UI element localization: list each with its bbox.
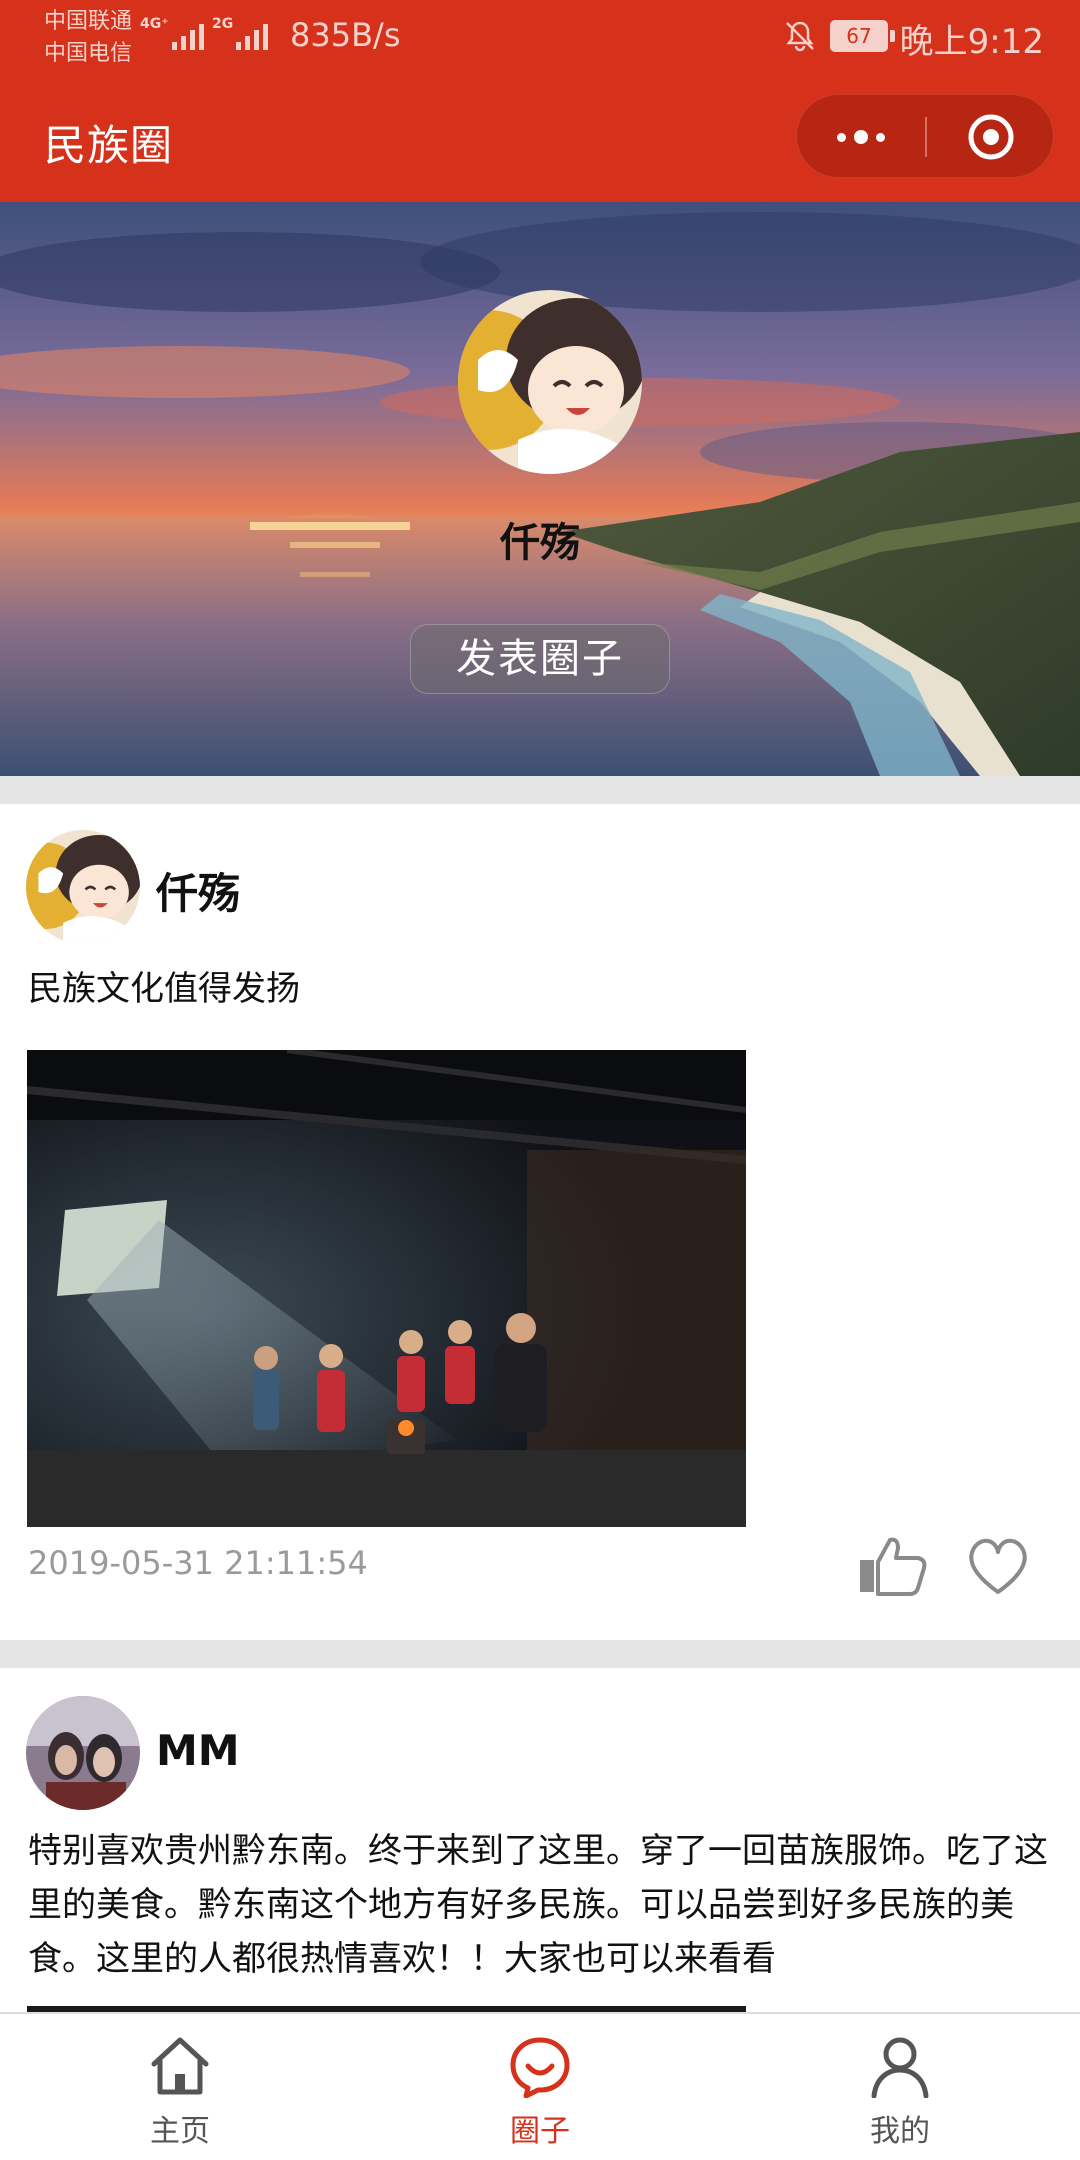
post-text: 民族文化值得发扬 [28, 969, 300, 1009]
anime-girl-avatar-image [458, 290, 642, 474]
title-bar: 民族圈 [0, 82, 1080, 202]
selfie-avatar-image [26, 1696, 140, 1810]
more-dots-icon [837, 132, 846, 142]
more-dots-icon-center [854, 130, 868, 144]
tab-label: 主页 [150, 2114, 210, 2149]
post-text: 特别喜欢贵州黔东南。终于来到了这里。穿了一回苗族服饰。吃了这里的美食。黔东南这个… [28, 1831, 1048, 1979]
network-speed: 835B/s [290, 16, 401, 54]
post-author-name[interactable]: 仟殇 [156, 860, 240, 921]
post-author-avatar[interactable] [26, 830, 140, 944]
bottom-tab-bar: 主页 圈子 我的 [0, 2012, 1080, 2160]
network-type-2: 2G [212, 16, 234, 32]
profile-banner: 仟殇 发表圈子 [0, 202, 1080, 776]
post-card: MM 特别喜欢贵州黔东南。终于来到了这里。穿了一回苗族服饰。吃了这里的美食。黔东… [0, 1668, 1080, 2012]
publish-post-button[interactable]: 发表圈子 [410, 624, 670, 694]
network-type-1: 4G⁺ [140, 16, 169, 32]
tab-mine[interactable]: 我的 [720, 2014, 1080, 2160]
section-divider [0, 776, 1080, 804]
chat-circle-icon [510, 2037, 570, 2098]
more-dots-icon-right [876, 132, 885, 142]
status-bar: 中国联通 中国电信 4G⁺ 2G 835B/s 67 晚上9:12 [0, 0, 1080, 82]
heart-icon[interactable] [964, 1534, 1032, 1598]
page-title: 民族圈 [44, 121, 174, 170]
mini-program-capsule [796, 94, 1054, 178]
carrier-1: 中国联通 [44, 9, 133, 34]
carrier-names: 中国联通 中国电信 [44, 6, 132, 70]
banner-username: 仟殇 [500, 520, 580, 566]
clock: 晚上9:12 [899, 22, 1044, 62]
tab-label: 我的 [870, 2114, 930, 2149]
section-divider [0, 1640, 1080, 1668]
tab-circle[interactable]: 圈子 [360, 2014, 720, 2160]
tab-label: 圈子 [510, 2114, 570, 2149]
thumbs-up-icon[interactable] [856, 1534, 928, 1598]
tab-home[interactable]: 主页 [0, 2014, 360, 2160]
app-root: 中国联通 中国电信 4G⁺ 2G 835B/s 67 晚上9:12 民族圈 仟殇… [0, 0, 1080, 2160]
carrier-2: 中国电信 [44, 41, 133, 66]
more-button[interactable] [797, 95, 925, 179]
signal-icon: 4G⁺ [140, 14, 204, 54]
close-button[interactable] [927, 95, 1055, 179]
home-icon [151, 2037, 209, 2095]
family-indoor-photo [27, 1050, 746, 1527]
anime-girl-avatar-image [26, 830, 140, 944]
signal-icon: 2G [212, 14, 268, 54]
bell-muted-icon [786, 21, 814, 52]
banner-avatar[interactable] [458, 290, 642, 474]
post-author-avatar[interactable] [26, 1696, 140, 1810]
post-card: 仟殇 民族文化值得发扬 2019-05-31 21:11:54 [0, 804, 1080, 1640]
person-icon [871, 2037, 929, 2098]
post-photo[interactable] [27, 1050, 746, 1527]
post-timestamp: 2019-05-31 21:11:54 [28, 1544, 368, 1582]
battery-icon: 67 [830, 20, 895, 52]
target-close-icon [968, 114, 1014, 160]
post-author-name[interactable]: MM [156, 1726, 240, 1775]
